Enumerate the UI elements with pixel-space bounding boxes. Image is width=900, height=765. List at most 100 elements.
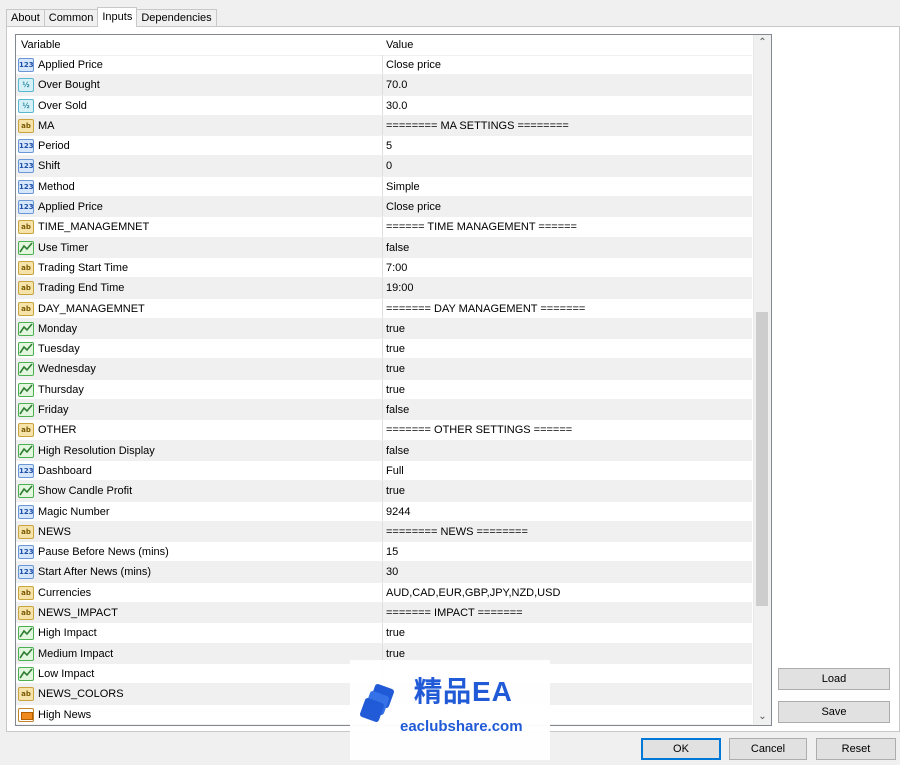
table-row[interactable]: Show Candle Profit true: [16, 481, 752, 502]
table-row[interactable]: High Impact true: [16, 623, 752, 644]
load-button[interactable]: Load: [778, 668, 890, 690]
table-row[interactable]: 123 Pause Before News (mins) 15: [16, 542, 752, 563]
table-row[interactable]: 123 Method Simple: [16, 176, 752, 198]
table-row[interactable]: ab Currencies AUD,CAD,EUR,GBP,JPY,NZD,USD: [16, 582, 752, 604]
variable-name: NEWS_COLORS: [38, 688, 124, 701]
variable-value[interactable]: true: [386, 384, 405, 396]
variable-name: Over Sold: [38, 99, 87, 112]
table-rows: 123 Applied Price Close price ½ Over Bought 7…: [16, 55, 752, 725]
table-row[interactable]: 123 Start After News (mins) 30: [16, 562, 752, 583]
table-row[interactable]: ab NEWS_IMPACT ======= IMPACT =======: [16, 603, 752, 624]
table-row[interactable]: 123 Magic Number 9244: [16, 501, 752, 522]
table-row[interactable]: ab Trading End Time 19:00: [16, 278, 752, 299]
variable-name: MA: [38, 119, 55, 132]
variable-value[interactable]: 30.0: [386, 100, 407, 112]
boolean-icon: [18, 443, 34, 458]
variable-value[interactable]: 15: [386, 546, 398, 558]
table-row[interactable]: 123 Period 5: [16, 136, 752, 157]
variable-value[interactable]: false: [386, 445, 409, 457]
variable-value[interactable]: false: [386, 404, 409, 416]
tab-dependencies[interactable]: Dependencies: [136, 9, 217, 26]
variable-value[interactable]: Close price: [386, 59, 441, 71]
variable-value[interactable]: true: [386, 363, 405, 375]
column-divider: [382, 440, 383, 460]
table-row[interactable]: 123 Applied Price Close price: [16, 55, 752, 76]
table-row[interactable]: Tuesday true: [16, 339, 752, 360]
variable-value[interactable]: ======= OTHER SETTINGS ======: [386, 424, 572, 436]
save-button[interactable]: Save: [778, 701, 890, 723]
table-row[interactable]: ½ Over Bought 70.0: [16, 75, 752, 96]
column-header-value[interactable]: Value: [386, 39, 413, 51]
table-row[interactable]: 123 Shift 0: [16, 156, 752, 177]
variable-value[interactable]: AUD,CAD,EUR,GBP,JPY,NZD,USD: [386, 587, 560, 599]
table-row[interactable]: ab DAY_MANAGEMNET ======= DAY MANAGEMENT =…: [16, 298, 752, 319]
table-row[interactable]: ab NEWS ======== NEWS ========: [16, 521, 752, 543]
scroll-up-icon[interactable]: ⌃: [757, 37, 768, 48]
integer-icon: 123: [18, 159, 34, 174]
variable-value[interactable]: ======== MA SETTINGS ========: [386, 120, 569, 132]
variable-value[interactable]: ======== NEWS ========: [386, 526, 528, 538]
table-row[interactable]: ½ Over Sold 30.0: [16, 95, 752, 116]
variable-name: Use Timer: [38, 241, 89, 254]
table-row[interactable]: Thursday true: [16, 379, 752, 401]
variable-value[interactable]: Full: [386, 465, 404, 477]
variable-value[interactable]: true: [386, 343, 405, 355]
reset-button[interactable]: Reset: [816, 738, 896, 760]
vertical-scrollbar[interactable]: ⌃ ⌄: [753, 35, 771, 725]
table-row[interactable]: Use Timer false: [16, 237, 752, 258]
scroll-down-icon[interactable]: ⌄: [757, 711, 768, 722]
variable-name: Currencies: [38, 586, 92, 599]
tab-about[interactable]: About: [6, 9, 45, 26]
variable-value[interactable]: true: [386, 485, 405, 497]
variable-name: Trading Start Time: [38, 261, 129, 274]
variable-value[interactable]: ======= IMPACT =======: [386, 607, 523, 619]
table-row[interactable]: Wednesday true: [16, 359, 752, 380]
table-row[interactable]: ab OTHER ======= OTHER SETTINGS ======: [16, 420, 752, 441]
table-row[interactable]: High Resolution Display false: [16, 440, 752, 461]
integer-icon: 123: [18, 504, 34, 519]
variable-value[interactable]: 70.0: [386, 79, 407, 91]
variable-value[interactable]: 19:00: [386, 282, 414, 294]
variable-value[interactable]: ======= DAY MANAGEMENT =======: [386, 303, 585, 315]
column-divider: [382, 318, 383, 339]
column-divider: [382, 217, 383, 237]
table-row[interactable]: Monday true: [16, 318, 752, 340]
variable-value[interactable]: true: [386, 627, 405, 639]
column-divider: [382, 481, 383, 501]
scrollbar-thumb[interactable]: [756, 312, 768, 606]
watermark-url: eaclubshare.com: [400, 718, 523, 735]
variable-value[interactable]: 9244: [386, 506, 410, 518]
integer-icon: 123: [18, 58, 34, 72]
variable-name: Monday: [38, 322, 78, 335]
variable-value[interactable]: Close price: [386, 201, 441, 213]
variable-name: Start After News (mins): [38, 566, 152, 579]
table-row[interactable]: ab MA ======== MA SETTINGS ========: [16, 115, 752, 137]
column-header-variable[interactable]: Variable: [21, 39, 61, 51]
table-row[interactable]: ab Trading Start Time 7:00: [16, 257, 752, 279]
column-divider: [382, 359, 383, 379]
variable-value[interactable]: 0: [386, 160, 392, 172]
variable-value[interactable]: 5: [386, 140, 392, 152]
table-row[interactable]: ab TIME_MANAGEMNET ====== TIME MANAGEMENT …: [16, 217, 752, 238]
string-icon: ab: [18, 281, 34, 296]
variable-value[interactable]: false: [386, 242, 409, 254]
variable-value[interactable]: Simple: [386, 181, 420, 193]
boolean-icon: [18, 626, 34, 641]
variable-value[interactable]: ====== TIME MANAGEMENT ======: [386, 221, 577, 233]
variable-value[interactable]: true: [386, 323, 405, 335]
table-row[interactable]: 123 Dashboard Full: [16, 460, 752, 482]
tab-inputs[interactable]: Inputs: [97, 7, 138, 27]
table-row[interactable]: Friday false: [16, 400, 752, 421]
variable-value[interactable]: 7:00: [386, 262, 407, 274]
table-row[interactable]: 123 Applied Price Close price: [16, 197, 752, 218]
variable-value[interactable]: 30: [386, 566, 398, 578]
column-divider: [382, 460, 383, 481]
variable-name: Low Impact: [38, 667, 95, 680]
column-divider: [382, 379, 383, 400]
tab-common[interactable]: Common: [43, 9, 99, 26]
cancel-button[interactable]: Cancel: [729, 738, 807, 760]
variable-name: Wednesday: [38, 363, 96, 376]
ok-button[interactable]: OK: [641, 738, 721, 760]
boolean-icon: [18, 382, 34, 397]
variable-value[interactable]: true: [386, 648, 405, 660]
